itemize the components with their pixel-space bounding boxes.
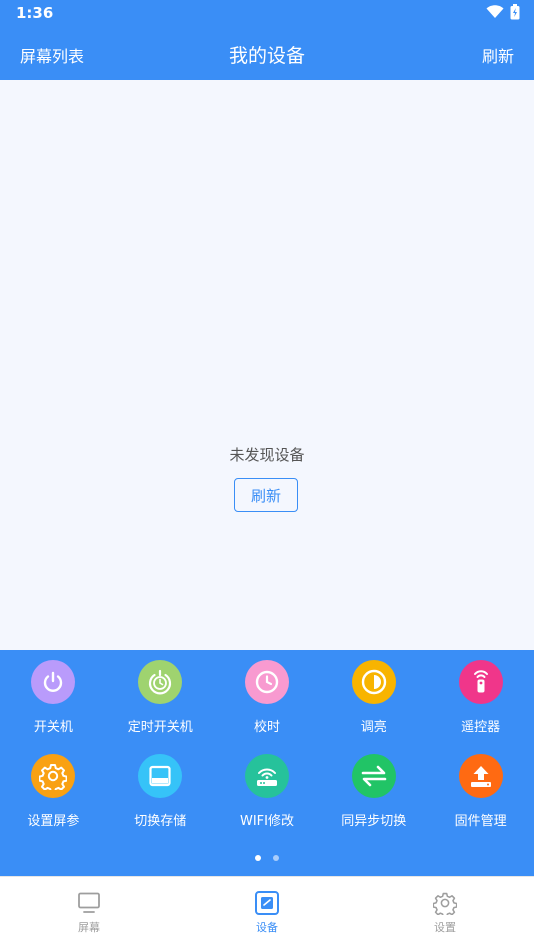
function-label: 切换存储 <box>134 814 187 829</box>
function-panel: 开关机 定时开关机 校时 调亮 遥控器 设置屏参 切换存储 WIFI修改 同异步… <box>0 650 534 876</box>
bottom-nav: 屏幕 设备 设置 <box>0 876 534 950</box>
function-wifi[interactable]: WIFI修改 <box>214 754 321 848</box>
remote-icon <box>458 660 503 704</box>
function-remote[interactable]: 遥控器 <box>427 660 534 754</box>
function-firmware[interactable]: 固件管理 <box>427 754 534 848</box>
function-storage[interactable]: 切换存储 <box>107 754 214 848</box>
upload-icon <box>458 754 503 798</box>
function-label: 遥控器 <box>461 720 501 735</box>
settings-icon <box>433 892 457 915</box>
function-timer-power[interactable]: 定时开关机 <box>107 660 214 754</box>
monitor-icon <box>78 892 100 913</box>
page-title: 我的设备 <box>228 45 305 67</box>
page-dot[interactable] <box>273 855 279 861</box>
function-row: 开关机 定时开关机 校时 调亮 遥控器 <box>0 660 534 754</box>
function-label: 同异步切换 <box>341 814 407 829</box>
status-icons <box>486 4 520 20</box>
refresh-header-button[interactable]: 刷新 <box>482 43 514 67</box>
function-label: 定时开关机 <box>127 720 193 735</box>
sync-switch-icon <box>351 754 396 798</box>
gear-icon <box>31 754 76 798</box>
battery-icon <box>510 4 520 20</box>
function-label: WIFI修改 <box>239 814 294 829</box>
nav-label: 设备 <box>256 921 278 934</box>
nav-screen[interactable]: 屏幕 <box>0 877 178 950</box>
clock-icon <box>244 660 289 704</box>
nav-label: 屏幕 <box>78 921 100 934</box>
page-indicator <box>0 855 534 861</box>
function-sync-switch[interactable]: 同异步切换 <box>320 754 427 848</box>
brightness-icon <box>351 660 396 704</box>
nav-label: 设置 <box>434 921 456 934</box>
power-icon <box>31 660 76 704</box>
function-grid: 开关机 定时开关机 校时 调亮 遥控器 设置屏参 切换存储 WIFI修改 同异步… <box>0 660 534 848</box>
device-icon <box>255 891 279 915</box>
page-dot-active[interactable] <box>255 855 261 861</box>
status-time: 1:36 <box>16 4 54 22</box>
refresh-button[interactable]: 刷新 <box>234 478 298 512</box>
wifi-icon <box>486 5 504 18</box>
function-label: 调亮 <box>360 720 387 735</box>
nav-device[interactable]: 设备 <box>178 877 356 950</box>
function-brightness[interactable]: 调亮 <box>320 660 427 754</box>
function-power[interactable]: 开关机 <box>0 660 107 754</box>
function-time-sync[interactable]: 校时 <box>214 660 321 754</box>
status-bar: 1:36 <box>0 0 534 28</box>
function-label: 开关机 <box>33 720 73 735</box>
function-row: 设置屏参 切换存储 WIFI修改 同异步切换 固件管理 <box>0 754 534 848</box>
device-list-area: 未发现设备 刷新 <box>0 80 534 650</box>
function-label: 校时 <box>253 720 280 735</box>
app-bar: 屏幕列表 我的设备 刷新 <box>0 28 534 80</box>
function-label: 固件管理 <box>454 814 507 829</box>
empty-state-text: 未发现设备 <box>229 446 305 464</box>
timer-power-icon <box>138 660 183 704</box>
wifi-router-icon <box>244 754 289 798</box>
function-screen-params[interactable]: 设置屏参 <box>0 754 107 848</box>
storage-icon <box>138 754 183 798</box>
function-label: 设置屏参 <box>27 814 80 829</box>
nav-settings[interactable]: 设置 <box>356 877 534 950</box>
